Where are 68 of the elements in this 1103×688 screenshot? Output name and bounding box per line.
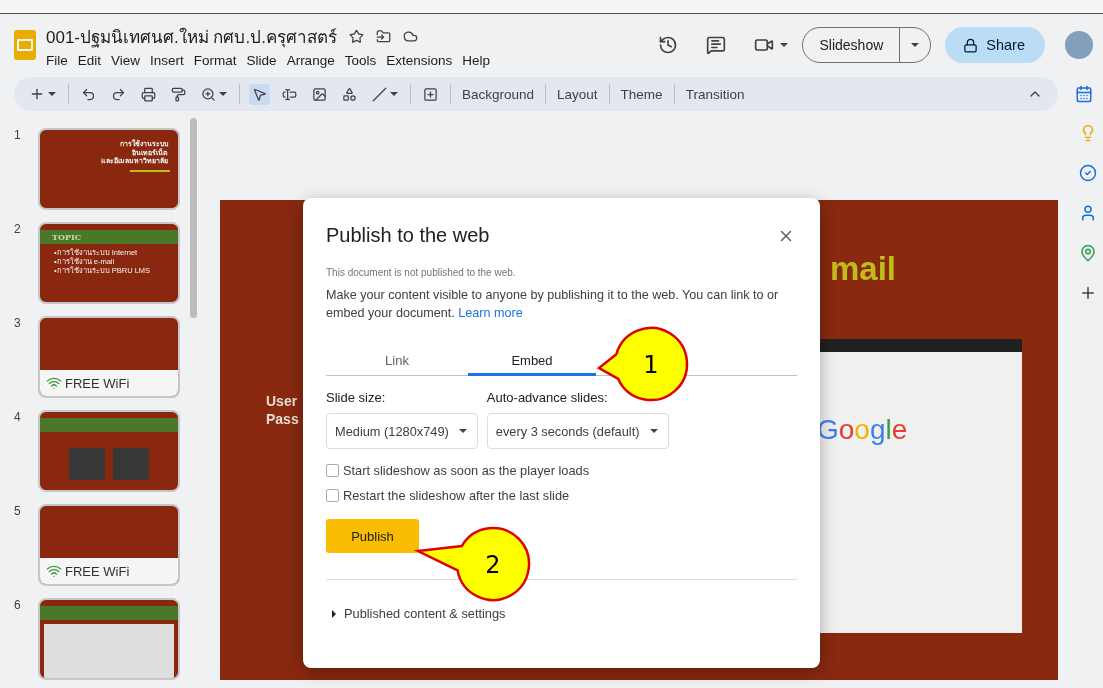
expander[interactable]: Published content & settings [326, 606, 797, 621]
slide-heading: mail [830, 250, 897, 288]
map-pin-icon[interactable] [1079, 244, 1097, 262]
slide-text: Pass [266, 411, 299, 427]
dialog-title: Publish to the web [326, 224, 490, 247]
slideshow-button[interactable]: Slideshow [803, 28, 901, 62]
checkbox[interactable] [326, 464, 339, 477]
menu-item[interactable]: Arrange [281, 52, 340, 68]
menu-item[interactable]: Slide [241, 52, 282, 68]
calendar-icon[interactable] [1075, 85, 1093, 103]
publish-button[interactable]: Publish [326, 519, 419, 553]
toolbar-button[interactable]: Transition [683, 86, 747, 102]
photo-placeholder [113, 448, 149, 480]
menu-item[interactable]: Help [457, 52, 495, 68]
menu-item[interactable]: Edit [72, 52, 107, 68]
menu-item[interactable]: File [46, 52, 73, 68]
topic-heading: TOPIC [52, 232, 82, 242]
callout-bubble: 2 [416, 524, 533, 604]
banner-text: FREE WiFi [65, 563, 130, 579]
tab[interactable]: Link [326, 348, 468, 376]
wifi-icon [46, 375, 62, 391]
slide-number: 5 [14, 504, 22, 518]
slide-number: 6 [14, 598, 22, 612]
history-icon[interactable] [658, 35, 679, 55]
add-icon[interactable] [1079, 284, 1097, 302]
caret-icon [332, 609, 336, 618]
slide-number: 2 [14, 222, 22, 236]
document-title[interactable]: 001-ปฐมนิเทศนศ.ใหม่ กศบ.ป.ครุศาสตร์ [46, 22, 337, 50]
avatar [1065, 31, 1093, 59]
pointer-icon[interactable] [249, 83, 270, 105]
field-label: Auto-advance slides: [486, 390, 609, 405]
slide-thumbnail[interactable] [38, 598, 180, 680]
menu-item[interactable]: Tools [339, 52, 382, 68]
toolbar-button[interactable]: Layout [555, 86, 600, 102]
status-text: This document is not published to the web. [326, 267, 517, 278]
share-button[interactable]: Share [945, 27, 1045, 63]
photo-placeholder [69, 448, 105, 480]
slide-number: 1 [14, 128, 22, 142]
star-icon[interactable] [348, 28, 364, 44]
checkbox-label: Start slideshow as soon as the player loads [343, 463, 590, 478]
slide-number: 4 [14, 410, 22, 424]
banner-text: FREE WiFi [65, 375, 130, 391]
menu-item[interactable]: Insert [145, 52, 189, 68]
select-field[interactable]: every 3 seconds (default) [486, 413, 669, 449]
checkbox[interactable] [326, 489, 339, 502]
slide-thumbnail[interactable] [38, 410, 180, 492]
menu-item[interactable]: View [106, 52, 146, 68]
wifi-icon [46, 563, 62, 579]
check-circle-icon[interactable] [1079, 164, 1097, 182]
description-text: Make your content visible to anyone by publishing it to the web. You can link to or embed your document. Learn more [326, 287, 780, 322]
slide-thumbnail[interactable]: FREE WiFi [38, 504, 180, 586]
cloud-icon[interactable] [402, 28, 418, 44]
toolbar-button[interactable]: Background [460, 86, 537, 102]
folder-icon[interactable] [375, 28, 391, 44]
field-label: Slide size: [326, 390, 387, 405]
menu-item[interactable]: Format [188, 52, 242, 68]
toolbar-button[interactable]: Theme [618, 86, 665, 102]
menu-item[interactable]: Extensions [381, 52, 458, 68]
lock-icon [963, 37, 979, 53]
person-icon[interactable] [1079, 204, 1097, 222]
comment-icon[interactable] [706, 35, 727, 55]
tab[interactable]: Embed [468, 348, 596, 376]
slide-thumbnail[interactable]: FREE WiFi [38, 316, 180, 398]
select-field[interactable]: Medium (1280x749) [326, 413, 478, 449]
slide-text: User [266, 393, 298, 409]
slide-number: 3 [14, 316, 22, 330]
checkbox-label: Restart the slideshow after the last slide [343, 488, 570, 503]
learn-more-link[interactable]: Learn more [458, 306, 523, 320]
